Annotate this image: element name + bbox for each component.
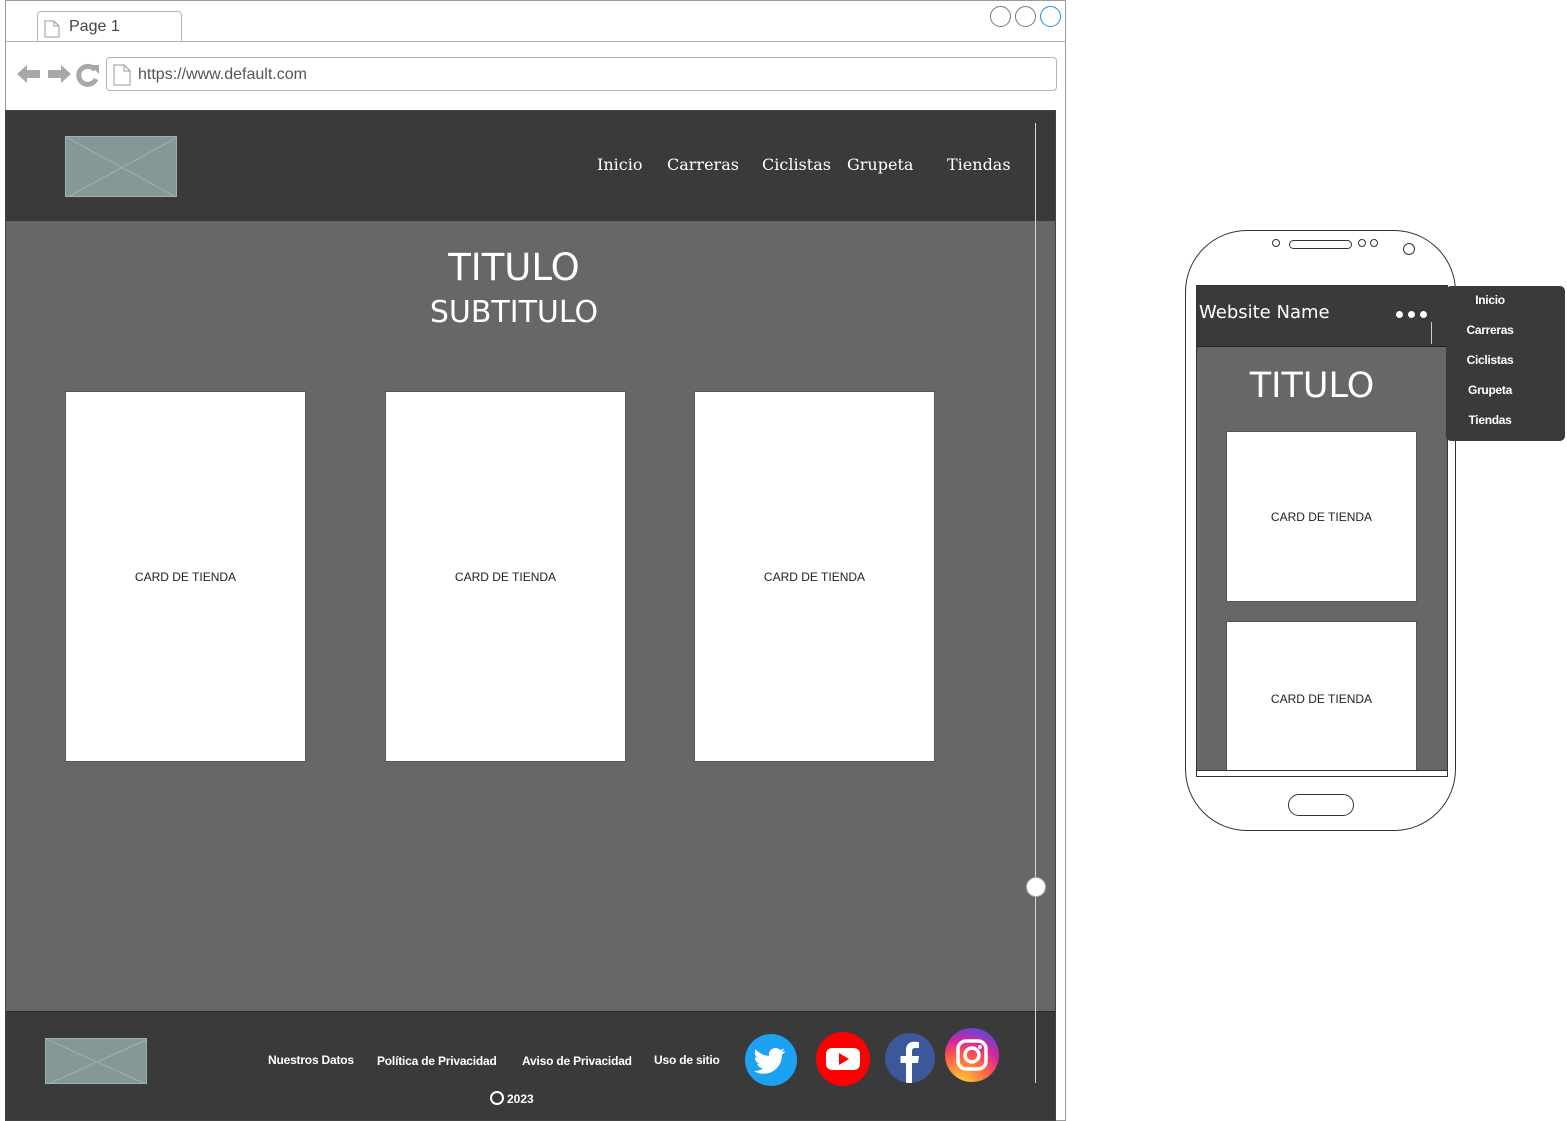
menu-item-inicio[interactable]: Inicio [1446, 293, 1534, 307]
menu-item-carreras[interactable]: Carreras [1446, 323, 1534, 337]
copyright-year: 2023 [507, 1092, 534, 1106]
page-icon [44, 20, 60, 38]
window-maximize-button[interactable] [1015, 6, 1036, 27]
window-minimize-button[interactable] [990, 6, 1011, 27]
store-card[interactable]: CARD DE TIENDA [1226, 621, 1417, 776]
store-card[interactable]: CARD DE TIENDA [385, 391, 626, 762]
mobile-phone-mockup: Website Name TITULO CARD DE TIENDA CARD … [1185, 230, 1456, 831]
tab-divider [6, 41, 1065, 42]
nav-link-inicio[interactable]: Inicio [597, 155, 642, 174]
site-header: Inicio Carreras Ciclistas Grupeta Tienda… [6, 111, 1055, 221]
mobile-header: Website Name [1197, 286, 1447, 347]
store-card-label: CARD DE TIENDA [1270, 509, 1373, 524]
site-footer: Nuestros Datos Política de Privacidad Av… [6, 1011, 1055, 1120]
nav-link-carreras[interactable]: Carreras [667, 155, 739, 174]
copyright-notice: 2023 [490, 1091, 534, 1106]
image-placeholder-icon [46, 1039, 146, 1083]
mobile-dropdown-menu: Inicio Carreras Ciclistas Grupeta Tienda… [1446, 286, 1565, 441]
mobile-page-title: TITULO [1249, 366, 1375, 406]
page-title: TITULO [448, 246, 580, 289]
twitter-icon[interactable] [745, 1034, 797, 1086]
nav-link-tiendas[interactable]: Tiendas [947, 155, 1011, 174]
phone-screen: Website Name TITULO CARD DE TIENDA CARD … [1196, 285, 1448, 777]
scrollbar-thumb[interactable] [1026, 877, 1046, 897]
scrollbar-track[interactable] [1035, 123, 1036, 1083]
back-arrow-icon[interactable] [16, 63, 42, 85]
phone-camera [1403, 243, 1415, 255]
desktop-page: Inicio Carreras Ciclistas Grupeta Tienda… [5, 110, 1056, 1121]
footer-link-nuestros-datos[interactable]: Nuestros Datos [268, 1053, 354, 1067]
store-card-label: CARD DE TIENDA [1270, 691, 1373, 706]
more-menu-icon[interactable] [1394, 310, 1430, 320]
url-text: https://www.default.com [138, 66, 307, 83]
store-card-label: CARD DE TIENDA [454, 569, 557, 584]
forward-arrow-icon[interactable] [46, 63, 72, 85]
page-subtitle: SUBTITULO [429, 295, 599, 330]
footer-link-politica-privacidad[interactable]: Política de Privacidad [377, 1054, 497, 1068]
menu-item-ciclistas[interactable]: Ciclistas [1446, 353, 1534, 367]
store-card[interactable]: CARD DE TIENDA [694, 391, 935, 762]
youtube-icon[interactable] [816, 1032, 870, 1086]
store-card-label: CARD DE TIENDA [134, 569, 237, 584]
store-card[interactable]: CARD DE TIENDA [1226, 431, 1417, 602]
phone-sensor [1370, 239, 1378, 247]
phone-sensor [1358, 239, 1366, 247]
footer-logo-placeholder [45, 1038, 147, 1084]
phone-home-button[interactable] [1288, 794, 1354, 816]
phone-sensor [1272, 239, 1280, 247]
logo-image-placeholder [65, 136, 177, 197]
nav-link-ciclistas[interactable]: Ciclistas [762, 155, 831, 174]
copyright-icon [490, 1091, 504, 1105]
page-icon [113, 64, 131, 86]
header-divider [1431, 322, 1432, 344]
window-close-button[interactable] [1040, 6, 1061, 27]
menu-item-grupeta[interactable]: Grupeta [1446, 383, 1534, 397]
facebook-icon[interactable] [885, 1033, 935, 1083]
phone-screen-bottom [1197, 770, 1447, 776]
footer-link-aviso-privacidad[interactable]: Aviso de Privacidad [522, 1054, 632, 1068]
site-name: Website Name [1199, 302, 1330, 323]
tab-label: Page 1 [69, 18, 120, 35]
reload-icon[interactable] [76, 63, 100, 87]
store-card[interactable]: CARD DE TIENDA [65, 391, 306, 762]
browser-tab[interactable]: Page 1 [37, 11, 182, 42]
nav-link-grupeta[interactable]: Grupeta [847, 155, 913, 174]
image-placeholder-icon [66, 137, 176, 196]
phone-speaker [1289, 240, 1352, 249]
menu-item-tiendas[interactable]: Tiendas [1446, 413, 1534, 427]
address-bar[interactable]: https://www.default.com [106, 57, 1057, 91]
footer-link-uso-de-sitio[interactable]: Uso de sitio [654, 1053, 720, 1067]
instagram-icon[interactable] [945, 1028, 999, 1082]
store-card-label: CARD DE TIENDA [763, 569, 866, 584]
